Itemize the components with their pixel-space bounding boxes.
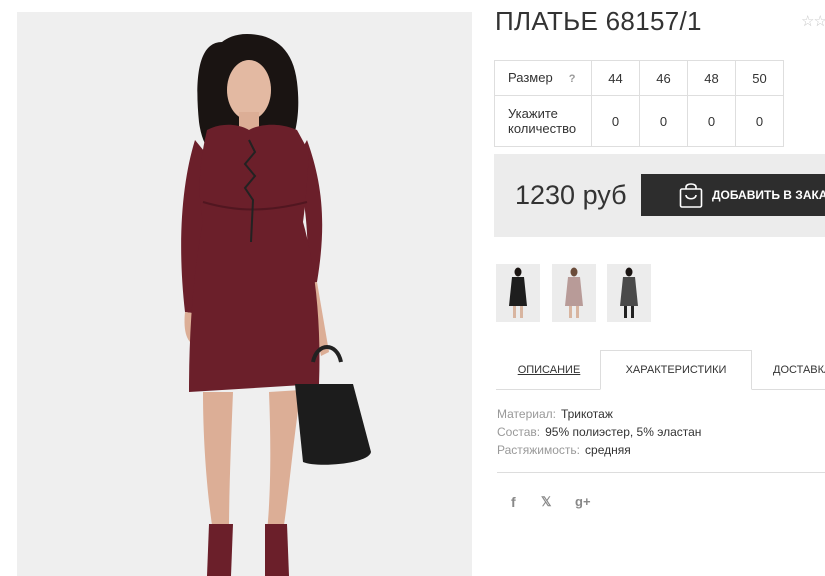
spec-value: 95% полиэстер, 5% эластан (545, 425, 702, 439)
add-to-cart-label: ДОБАВИТЬ В ЗАКАЗ (712, 188, 825, 202)
spec-value: Трикотаж (560, 407, 613, 421)
size-label-cell: Размер? (494, 60, 592, 96)
size-46: 46 (639, 60, 688, 96)
thumbnail-2[interactable] (552, 264, 596, 322)
twitter-icon[interactable]: 𝕏 (541, 494, 551, 510)
quantity-label-line1: Укажите (508, 106, 558, 121)
specs-list: Материал: Трикотаж Состав: 95% полиэстер, … (497, 405, 701, 459)
spec-key: Растяжимость: (497, 443, 581, 457)
google-plus-icon[interactable]: g+ (575, 494, 591, 509)
spec-value: средняя (585, 443, 631, 457)
quantity-row: Укажите количество 0 0 0 0 (494, 95, 784, 147)
size-row: Размер? 44 46 48 50 (494, 60, 784, 96)
size-48: 48 (687, 60, 736, 96)
size-table: Размер? 44 46 48 50 Укажите количество 0… (494, 60, 784, 147)
spec-row: Растяжимость: средняя (497, 441, 701, 459)
size-50: 50 (735, 60, 784, 96)
size-44: 44 (591, 60, 640, 96)
shopping-bag-icon (679, 183, 703, 208)
quantity-input-44[interactable]: 0 (591, 95, 640, 147)
quantity-input-46[interactable]: 0 (639, 95, 688, 147)
product-title: ПЛАТЬЕ 68157/1 (495, 6, 702, 36)
thumbnail-1[interactable] (496, 264, 540, 322)
thumbnail-3[interactable] (607, 264, 651, 322)
thumbnail-black-dress-image (509, 267, 527, 318)
quantity-label-line2: количество (508, 121, 577, 136)
spec-key: Состав: (497, 425, 541, 439)
social-divider (497, 472, 825, 473)
price: 1230 руб (515, 180, 627, 210)
add-to-cart-button[interactable]: ДОБАВИТЬ В ЗАКАЗ (641, 174, 825, 216)
spec-row: Состав: 95% полиэстер, 5% эластан (497, 423, 701, 441)
help-icon[interactable]: ? (569, 73, 576, 85)
price-box: 1230 руб ДОБАВИТЬ В ЗАКАЗ (494, 154, 825, 237)
rating-stars-icon[interactable]: ☆☆ (801, 12, 825, 30)
tab-delivery[interactable]: ДОСТАВКА (758, 350, 825, 390)
product-tabs: ОПИСАНИЕ ХАРАКТЕРИСТИКИ ДОСТАВКА (496, 350, 825, 390)
tab-description[interactable]: ОПИСАНИЕ (496, 350, 602, 390)
thumbnail-pink-dress-image (565, 267, 583, 318)
quantity-input-48[interactable]: 0 (687, 95, 736, 147)
spec-row: Материал: Трикотаж (497, 405, 701, 423)
model-illustration (17, 12, 472, 576)
main-product-image[interactable] (17, 12, 472, 576)
facebook-icon[interactable]: f (511, 494, 516, 510)
size-label: Размер (508, 69, 553, 85)
quantity-label: Укажите количество (494, 95, 592, 147)
spec-key: Материал: (497, 407, 556, 421)
quantity-input-50[interactable]: 0 (735, 95, 784, 147)
tab-characteristics[interactable]: ХАРАКТЕРИСТИКИ (600, 350, 752, 390)
thumbnail-grey-dress-image (620, 267, 638, 318)
